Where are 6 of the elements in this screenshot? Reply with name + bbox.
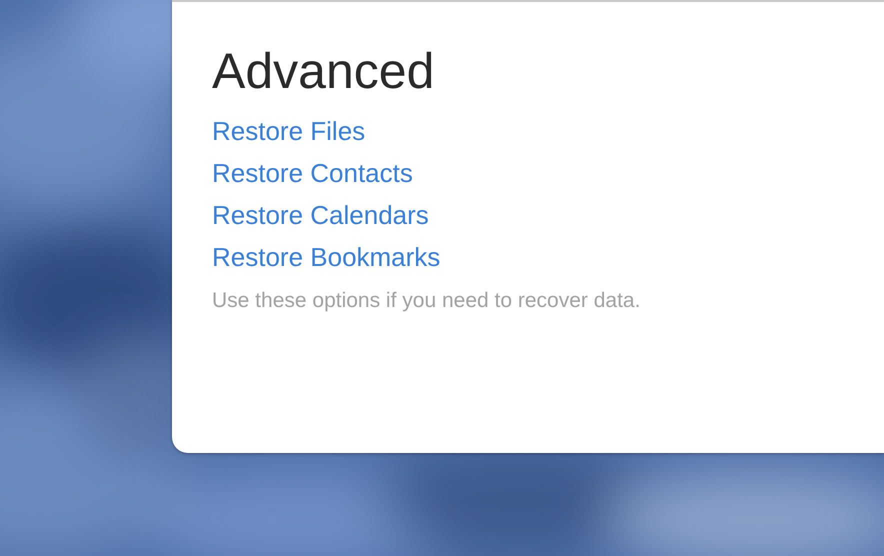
restore-link[interactable]: Restore Calendars [212, 194, 429, 236]
restore-link[interactable]: Restore Files [212, 110, 366, 152]
restore-link[interactable]: Restore Contacts [212, 152, 413, 194]
panel-title: Advanced [212, 42, 436, 101]
restore-link[interactable]: Restore Bookmarks [212, 236, 440, 278]
help-text: Use these options if you need to recover data. [212, 288, 642, 314]
